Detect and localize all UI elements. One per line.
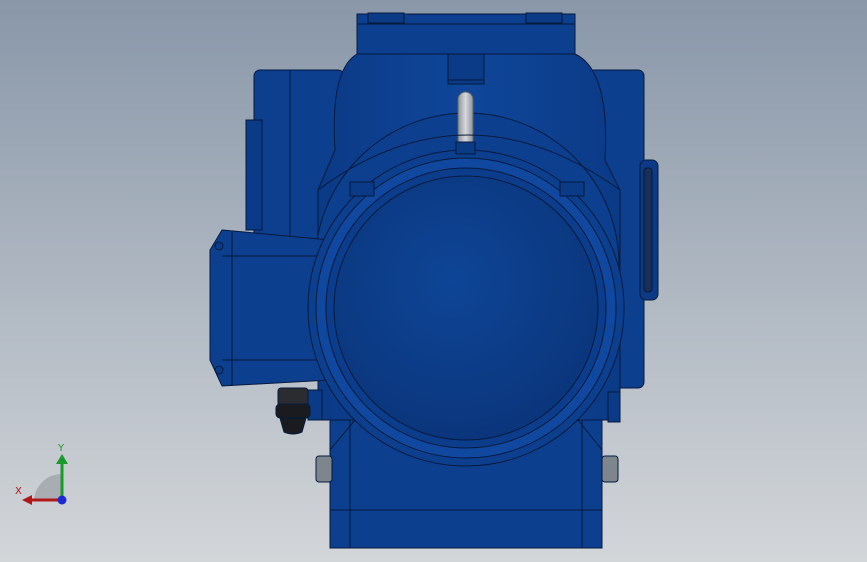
left-housing-plate <box>245 119 263 231</box>
top-flange-bolt-left <box>367 12 405 24</box>
z-axis-dot <box>57 495 67 505</box>
cad-model-view[interactable] <box>0 0 867 562</box>
y-axis-label: Y <box>58 443 65 454</box>
top-flange-bolt-right <box>525 12 563 24</box>
x-axis-label: X <box>15 486 22 497</box>
lower-right-stub <box>601 455 619 483</box>
lifting-handle <box>455 91 476 155</box>
lower-left-stub <box>315 455 333 483</box>
plane-indicator <box>34 473 62 500</box>
y-axis-arrow <box>56 454 68 464</box>
motor-cover-face <box>333 175 599 441</box>
cad-viewport[interactable]: Y X <box>0 0 867 562</box>
x-axis-arrow <box>22 495 32 505</box>
axis-triad: Y X <box>12 440 82 510</box>
axis-triad-graphic <box>22 454 68 505</box>
